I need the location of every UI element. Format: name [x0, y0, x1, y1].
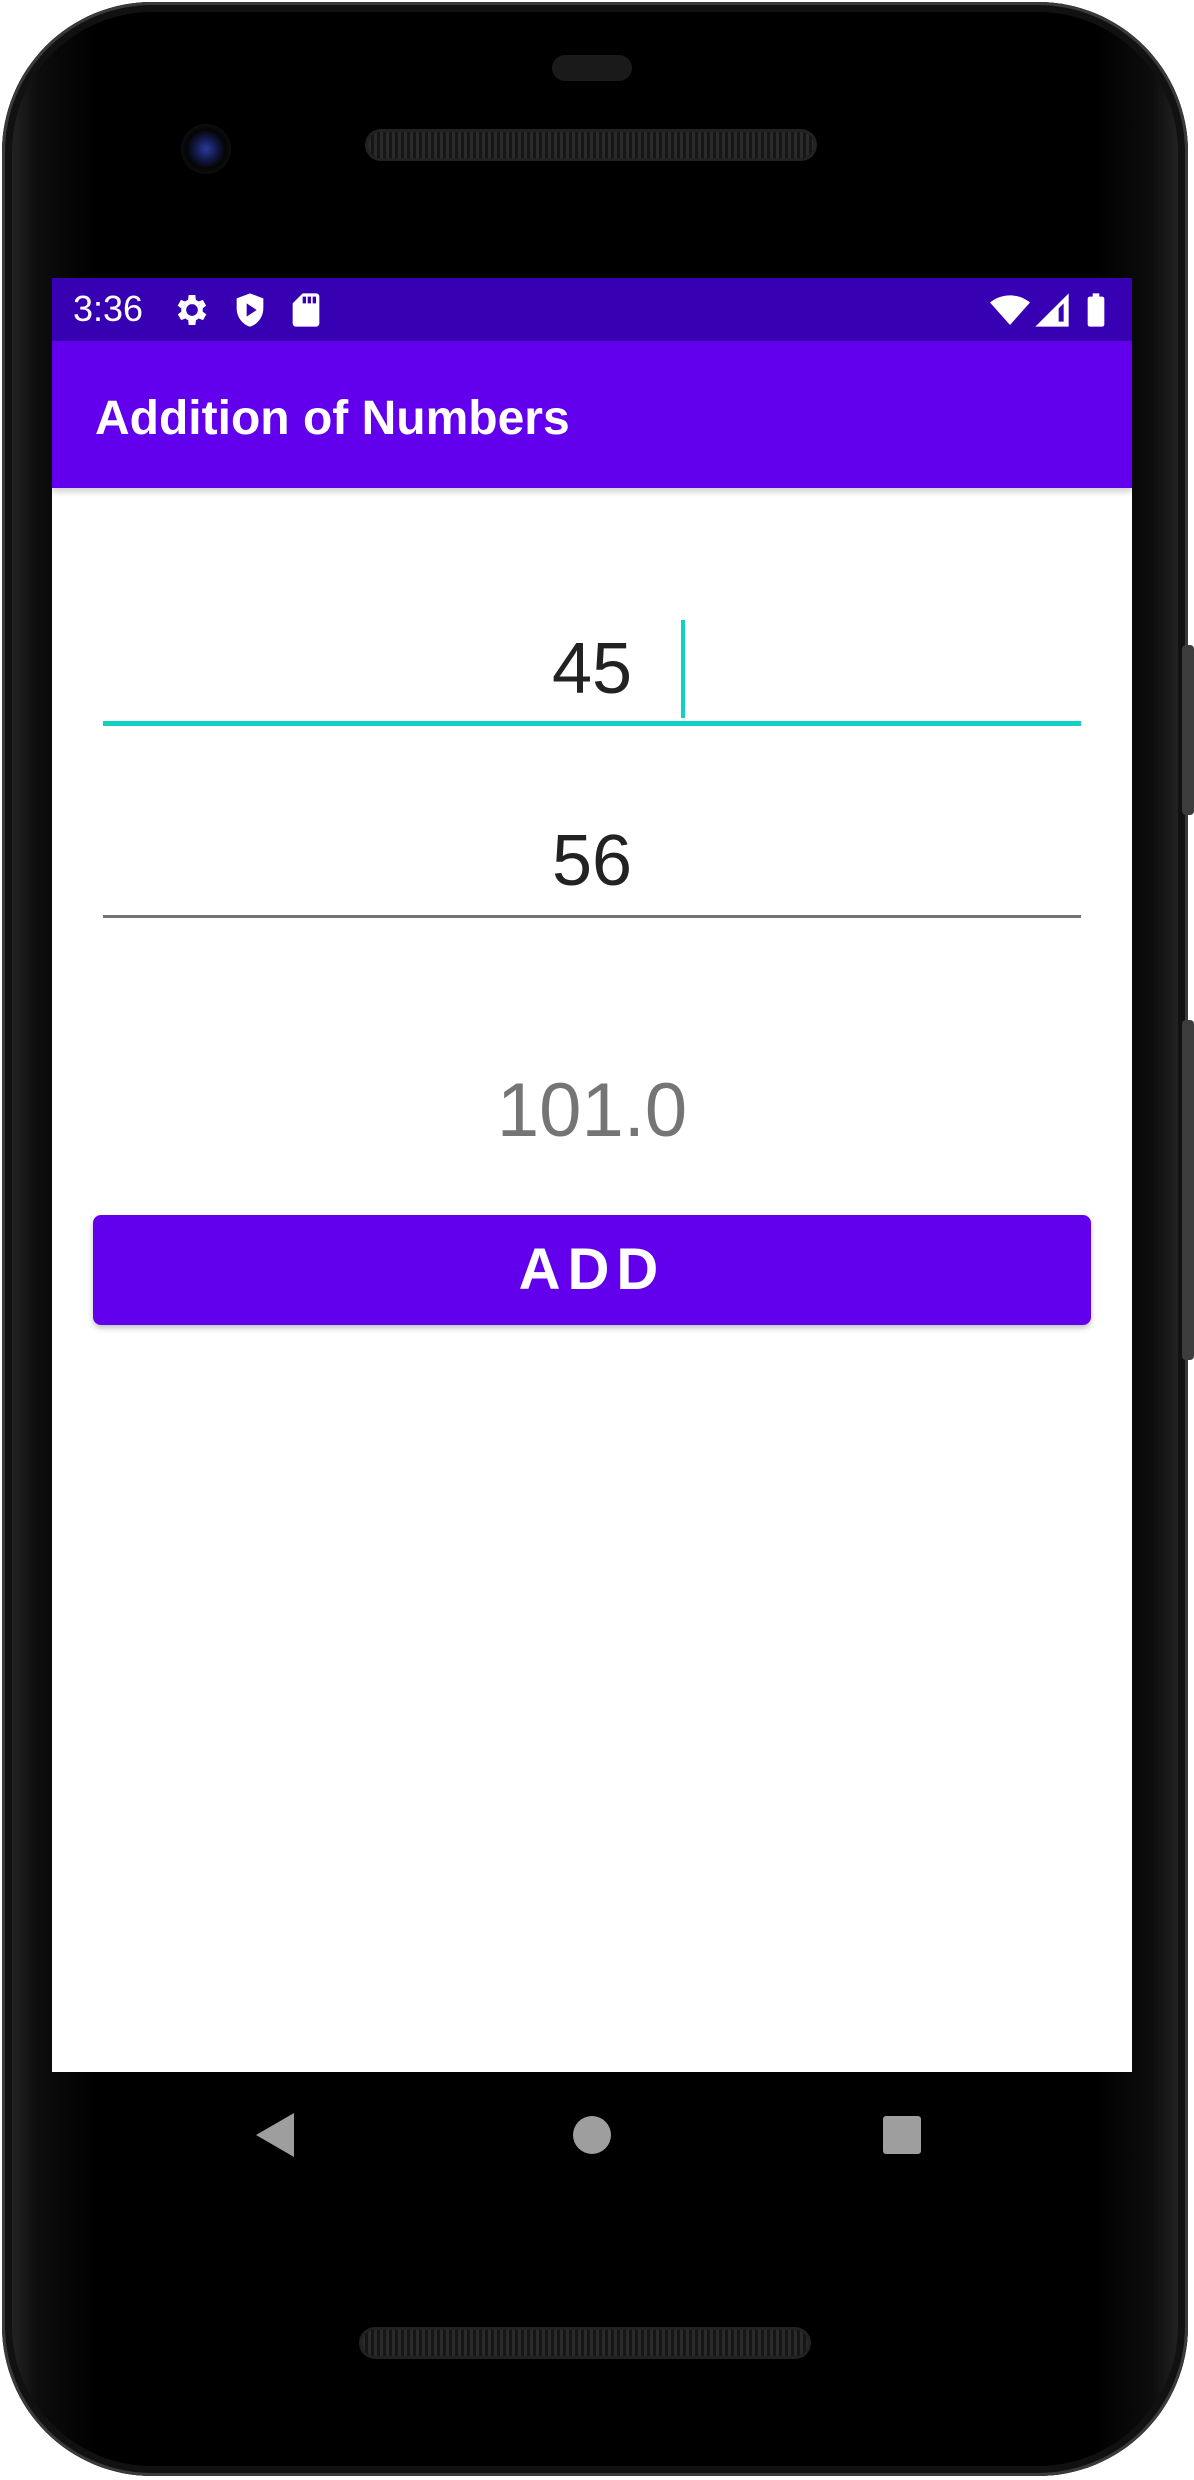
earpiece — [552, 55, 632, 81]
first-number-field[interactable]: 45 — [103, 616, 1081, 726]
back-button[interactable] — [236, 2072, 316, 2202]
status-bar: 3:36 — [52, 278, 1132, 341]
shield-icon — [230, 290, 270, 330]
screen: 3:36 Addition of Numbers 45 56 101.0 ADD — [52, 278, 1132, 2072]
recents-icon — [882, 2115, 922, 2160]
power-button — [1182, 645, 1194, 815]
back-icon — [256, 2112, 296, 2162]
sd-card-icon — [286, 290, 326, 330]
volume-button — [1182, 1020, 1194, 1360]
front-camera — [181, 124, 231, 174]
first-number-value: 45 — [551, 629, 633, 709]
home-icon — [572, 2115, 612, 2160]
top-speaker-grille — [368, 132, 814, 158]
home-button[interactable] — [552, 2072, 632, 2202]
navigation-bar — [52, 2072, 1132, 2202]
wifi-icon — [990, 290, 1030, 330]
battery-icon — [1076, 290, 1116, 330]
second-number-underline — [103, 915, 1081, 918]
bottom-speaker-grille — [362, 2330, 808, 2356]
status-time: 3:36 — [73, 288, 144, 329]
first-number-underline — [103, 721, 1081, 726]
result-text: 101.0 — [496, 1068, 688, 1153]
second-number-value: 56 — [551, 821, 633, 901]
text-cursor — [681, 620, 685, 718]
recents-button[interactable] — [862, 2072, 942, 2202]
app-title: Addition of Numbers — [95, 392, 570, 445]
gear-icon — [172, 290, 212, 330]
signal-icon — [1032, 290, 1072, 330]
second-number-field[interactable]: 56 — [103, 808, 1081, 918]
app-bar: Addition of Numbers — [52, 341, 1132, 488]
add-button[interactable]: ADD — [93, 1215, 1091, 1325]
